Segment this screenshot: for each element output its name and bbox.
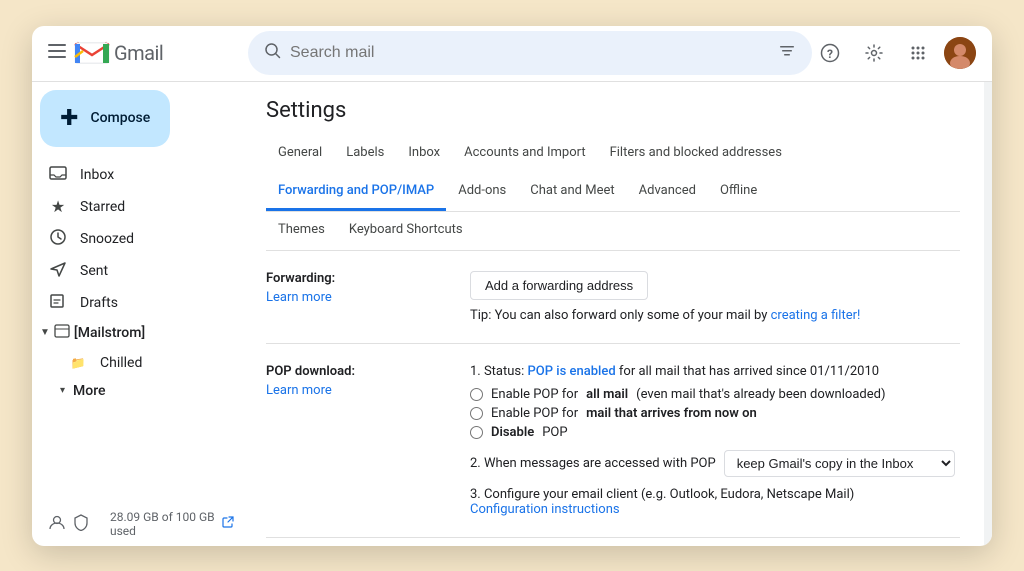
mailstrom-label: [Mailstrom] xyxy=(74,325,145,341)
pop-status: 1. Status: POP is enabled for all mail t… xyxy=(470,364,960,379)
compose-button[interactable]: ✚ Compose xyxy=(40,90,170,147)
snoozed-label: Snoozed xyxy=(80,231,134,247)
sidebar-item-inbox[interactable]: Inbox xyxy=(32,159,226,191)
tab-chat[interactable]: Chat and Meet xyxy=(518,173,626,211)
sent-label: Sent xyxy=(80,263,108,279)
sidebar-item-chilled[interactable]: 📁 Chilled xyxy=(32,347,226,379)
pop-radio-new: Enable POP for mail that arrives from no… xyxy=(470,406,960,421)
compose-plus-icon: ✚ xyxy=(60,106,78,131)
filter-icon[interactable] xyxy=(778,42,796,65)
inbox-label: Inbox xyxy=(80,167,114,183)
compose-label: Compose xyxy=(90,110,150,126)
gmail-window: Gmail ? xyxy=(32,26,992,546)
tab-filters[interactable]: Filters and blocked addresses xyxy=(598,135,794,173)
resize-handle[interactable] xyxy=(984,82,992,546)
help-button[interactable]: ? xyxy=(812,35,848,71)
avatar[interactable] xyxy=(944,37,976,69)
pop-body: 1. Status: POP is enabled for all mail t… xyxy=(470,364,960,517)
snoozed-icon xyxy=(48,228,68,250)
sidebar-item-drafts[interactable]: Drafts xyxy=(32,287,226,319)
search-bar[interactable] xyxy=(248,31,812,75)
more-chevron-icon: ▾ xyxy=(60,385,65,396)
pop-configure-row: 3. Configure your email client (e.g. Out… xyxy=(470,487,960,517)
menu-icon[interactable] xyxy=(48,41,66,65)
create-filter-link[interactable]: creating a filter! xyxy=(771,308,861,323)
gmail-wordmark: Gmail xyxy=(114,41,163,65)
starred-label: Starred xyxy=(80,199,125,215)
topbar: Gmail ? xyxy=(32,26,992,82)
pop-section: POP download: Learn more 1. Status: POP … xyxy=(266,344,960,538)
pop-when-row: 2. When messages are accessed with POP k… xyxy=(470,450,960,477)
mailstrom-section[interactable]: ▼ [Mailstrom] xyxy=(32,319,242,347)
settings-content: Forwarding: Learn more Add a forwarding … xyxy=(242,251,984,546)
drafts-icon xyxy=(48,292,68,314)
sent-icon xyxy=(48,260,68,282)
tab-themes[interactable]: Themes xyxy=(266,212,337,250)
search-input[interactable] xyxy=(290,44,770,62)
shield-icon[interactable] xyxy=(72,513,90,534)
mailstrom-icon xyxy=(54,323,70,343)
add-forwarding-address-button[interactable]: Add a forwarding address xyxy=(470,271,648,300)
tabs-row: General Labels Inbox Accounts and Import… xyxy=(266,135,960,212)
more-section[interactable]: ▾ More xyxy=(32,379,242,403)
pop-config-link[interactable]: Configuration instructions xyxy=(470,502,620,517)
forwarding-tip: Tip: You can also forward only some of y… xyxy=(470,308,960,323)
search-icon xyxy=(264,42,282,65)
forwarding-label: Forwarding: Learn more xyxy=(266,271,446,323)
forwarding-title: Forwarding: xyxy=(266,271,446,286)
sidebar-item-sent[interactable]: Sent xyxy=(32,255,226,287)
pop-radio-disable: Disable POP xyxy=(470,425,960,440)
sidebar-item-snoozed[interactable]: Snoozed xyxy=(32,223,226,255)
sidebar: ✚ Compose Inbox ★ xyxy=(32,82,242,546)
tab-labels[interactable]: Labels xyxy=(334,135,396,173)
topbar-left: Gmail xyxy=(48,39,248,67)
settings-header: Settings General Labels Inbox Accounts a… xyxy=(242,82,984,251)
forwarding-section: Forwarding: Learn more Add a forwarding … xyxy=(266,251,960,344)
tabs-row2: Themes Keyboard Shortcuts xyxy=(266,212,960,251)
drafts-label: Drafts xyxy=(80,295,118,311)
sidebar-item-starred[interactable]: ★ Starred xyxy=(32,191,226,223)
pop-new-radio[interactable] xyxy=(470,407,483,420)
settings-button[interactable] xyxy=(856,35,892,71)
apps-button[interactable] xyxy=(900,35,936,71)
topbar-right: ? xyxy=(812,35,976,71)
pop-all-radio[interactable] xyxy=(470,388,483,401)
pop-label: POP download: Learn more xyxy=(266,364,446,517)
pop-disable-radio[interactable] xyxy=(470,426,483,439)
settings-title: Settings xyxy=(266,98,960,123)
chilled-label: Chilled xyxy=(100,355,142,371)
tab-forwarding[interactable]: Forwarding and POP/IMAP xyxy=(266,173,446,211)
tab-general[interactable]: General xyxy=(266,135,334,173)
imap-section: IMAP access: (access Gmail from other cl… xyxy=(266,538,960,546)
tab-inbox[interactable]: Inbox xyxy=(396,135,452,173)
manage-account-icon[interactable] xyxy=(48,513,66,534)
svg-text:?: ? xyxy=(827,47,833,61)
pop-enabled-text: POP is enabled xyxy=(528,364,616,379)
pop-learn-more[interactable]: Learn more xyxy=(266,383,446,398)
inbox-icon xyxy=(48,164,68,186)
storage-link-icon[interactable] xyxy=(222,516,234,531)
tab-addons[interactable]: Add-ons xyxy=(446,173,518,211)
more-label: More xyxy=(73,383,106,399)
gmail-logo: Gmail xyxy=(74,39,163,67)
star-icon: ★ xyxy=(48,197,68,216)
content-area: Settings General Labels Inbox Accounts a… xyxy=(242,82,984,546)
main-layout: ✚ Compose Inbox ★ xyxy=(32,82,992,546)
tab-accounts[interactable]: Accounts and Import xyxy=(452,135,597,173)
collapse-icon: ▼ xyxy=(40,327,50,338)
pop-title: POP download: xyxy=(266,364,446,379)
forwarding-body: Add a forwarding address Tip: You can al… xyxy=(470,271,960,323)
pop-radio-all: Enable POP for all mail (even mail that'… xyxy=(470,387,960,402)
chilled-icon: 📁 xyxy=(68,356,88,370)
forwarding-learn-more[interactable]: Learn more xyxy=(266,290,446,305)
tab-offline[interactable]: Offline xyxy=(708,173,769,211)
pop-when-select[interactable]: keep Gmail's copy in the Inboxmark Gmail… xyxy=(724,450,955,477)
tab-keyboard[interactable]: Keyboard Shortcuts xyxy=(337,212,475,250)
sidebar-bottom: 28.09 GB of 100 GB used xyxy=(32,502,242,546)
storage-text: 28.09 GB of 100 GB used xyxy=(110,510,216,538)
tab-advanced[interactable]: Advanced xyxy=(627,173,708,211)
